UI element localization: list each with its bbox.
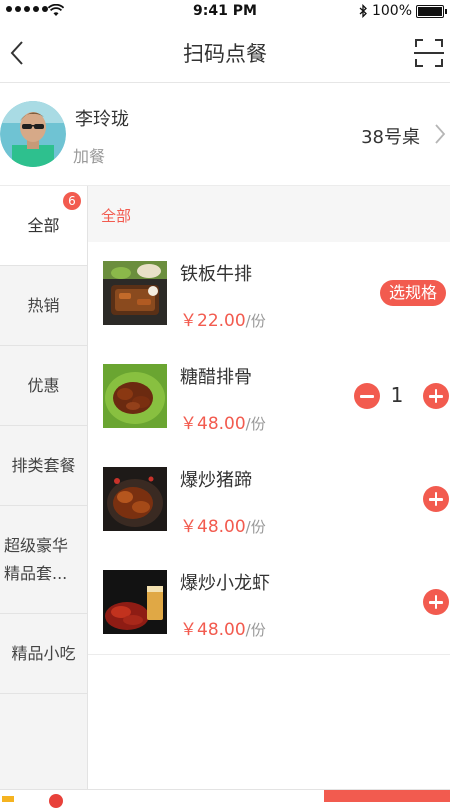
chevron-right-icon <box>435 124 446 144</box>
category-count-badge: 6 <box>63 192 81 210</box>
dish-item[interactable]: 糖醋排骨 ￥48.00/份 1 <box>88 345 450 449</box>
dish-price: ￥48.00/份 <box>180 620 266 640</box>
sidebar-item-label: 排类套餐 <box>11 455 76 475</box>
order-type-label: 加餐 <box>73 147 106 166</box>
sidebar-item-label: 全部 <box>27 215 60 235</box>
sidebar-item-label: 精品小吃 <box>11 643 76 663</box>
cart-icon[interactable] <box>2 796 14 802</box>
dish-item[interactable]: 爆炒小龙虾 ￥48.00/份 <box>88 551 450 655</box>
status-bar: 9:41 PM 100% <box>0 0 450 24</box>
page-title: 扫码点餐 <box>183 42 267 66</box>
dish-price: ￥48.00/份 <box>180 414 266 434</box>
category-header: 全部 <box>88 186 450 242</box>
sidebar-item-rib-sets[interactable]: 排类套餐 <box>0 426 87 506</box>
dish-image <box>103 467 167 531</box>
sidebar-item-all[interactable]: 全部 6 <box>0 186 87 266</box>
battery-percent: 100% <box>371 3 412 19</box>
avatar <box>0 101 66 167</box>
user-info-bar[interactable]: 李玲珑 加餐 38号桌 <box>0 83 450 186</box>
table-number: 38号桌 <box>361 127 420 148</box>
add-to-cart-button[interactable] <box>423 589 449 615</box>
dish-image <box>103 364 167 428</box>
sidebar-item-discount[interactable]: 优惠 <box>0 346 87 426</box>
increase-quantity-button[interactable] <box>423 383 449 409</box>
cart-bar[interactable] <box>0 789 450 808</box>
quantity-value: 1 <box>390 383 404 407</box>
cart-count-badge <box>49 794 63 808</box>
scan-icon[interactable] <box>412 36 446 70</box>
category-title: 全部 <box>101 207 132 225</box>
sidebar-item-label: 优惠 <box>27 375 60 395</box>
dish-list: 全部 铁板牛排 ￥22.00/份 选规格 糖醋排骨 ￥48.00/份 1 爆炒猪… <box>88 186 450 790</box>
dish-item[interactable]: 爆炒猪蹄 ￥48.00/份 <box>88 448 450 552</box>
dish-price: ￥22.00/份 <box>180 311 266 331</box>
nav-bar: 扫码点餐 <box>0 24 450 83</box>
minus-icon <box>360 395 374 398</box>
bluetooth-icon <box>359 4 367 18</box>
dish-price: ￥48.00/份 <box>180 517 266 537</box>
sidebar-item-snacks[interactable]: 精品小吃 <box>0 614 87 694</box>
dish-name: 爆炒猪蹄 <box>180 470 252 491</box>
sidebar-item-deluxe-sets[interactable]: 超级豪华精品套... <box>0 506 87 614</box>
dish-name: 爆炒小龙虾 <box>180 573 270 594</box>
decrease-quantity-button[interactable] <box>354 383 380 409</box>
dish-image <box>103 261 167 325</box>
category-sidebar: 全部 6 热销 优惠 排类套餐 超级豪华精品套... 精品小吃 <box>0 186 88 790</box>
sidebar-item-label: 热销 <box>27 295 60 315</box>
select-spec-button[interactable]: 选规格 <box>379 280 446 306</box>
dish-item[interactable]: 铁板牛排 ￥22.00/份 选规格 <box>88 242 450 346</box>
user-name: 李玲珑 <box>75 109 129 130</box>
add-to-cart-button[interactable] <box>423 486 449 512</box>
checkout-button[interactable] <box>324 790 450 802</box>
dish-image <box>103 570 167 634</box>
sidebar-item-label: 超级豪华精品套... <box>4 535 69 583</box>
dish-name: 铁板牛排 <box>180 264 252 285</box>
sidebar-item-hot[interactable]: 热销 <box>0 266 87 346</box>
battery-icon <box>416 4 447 18</box>
dish-name: 糖醋排骨 <box>180 367 252 388</box>
